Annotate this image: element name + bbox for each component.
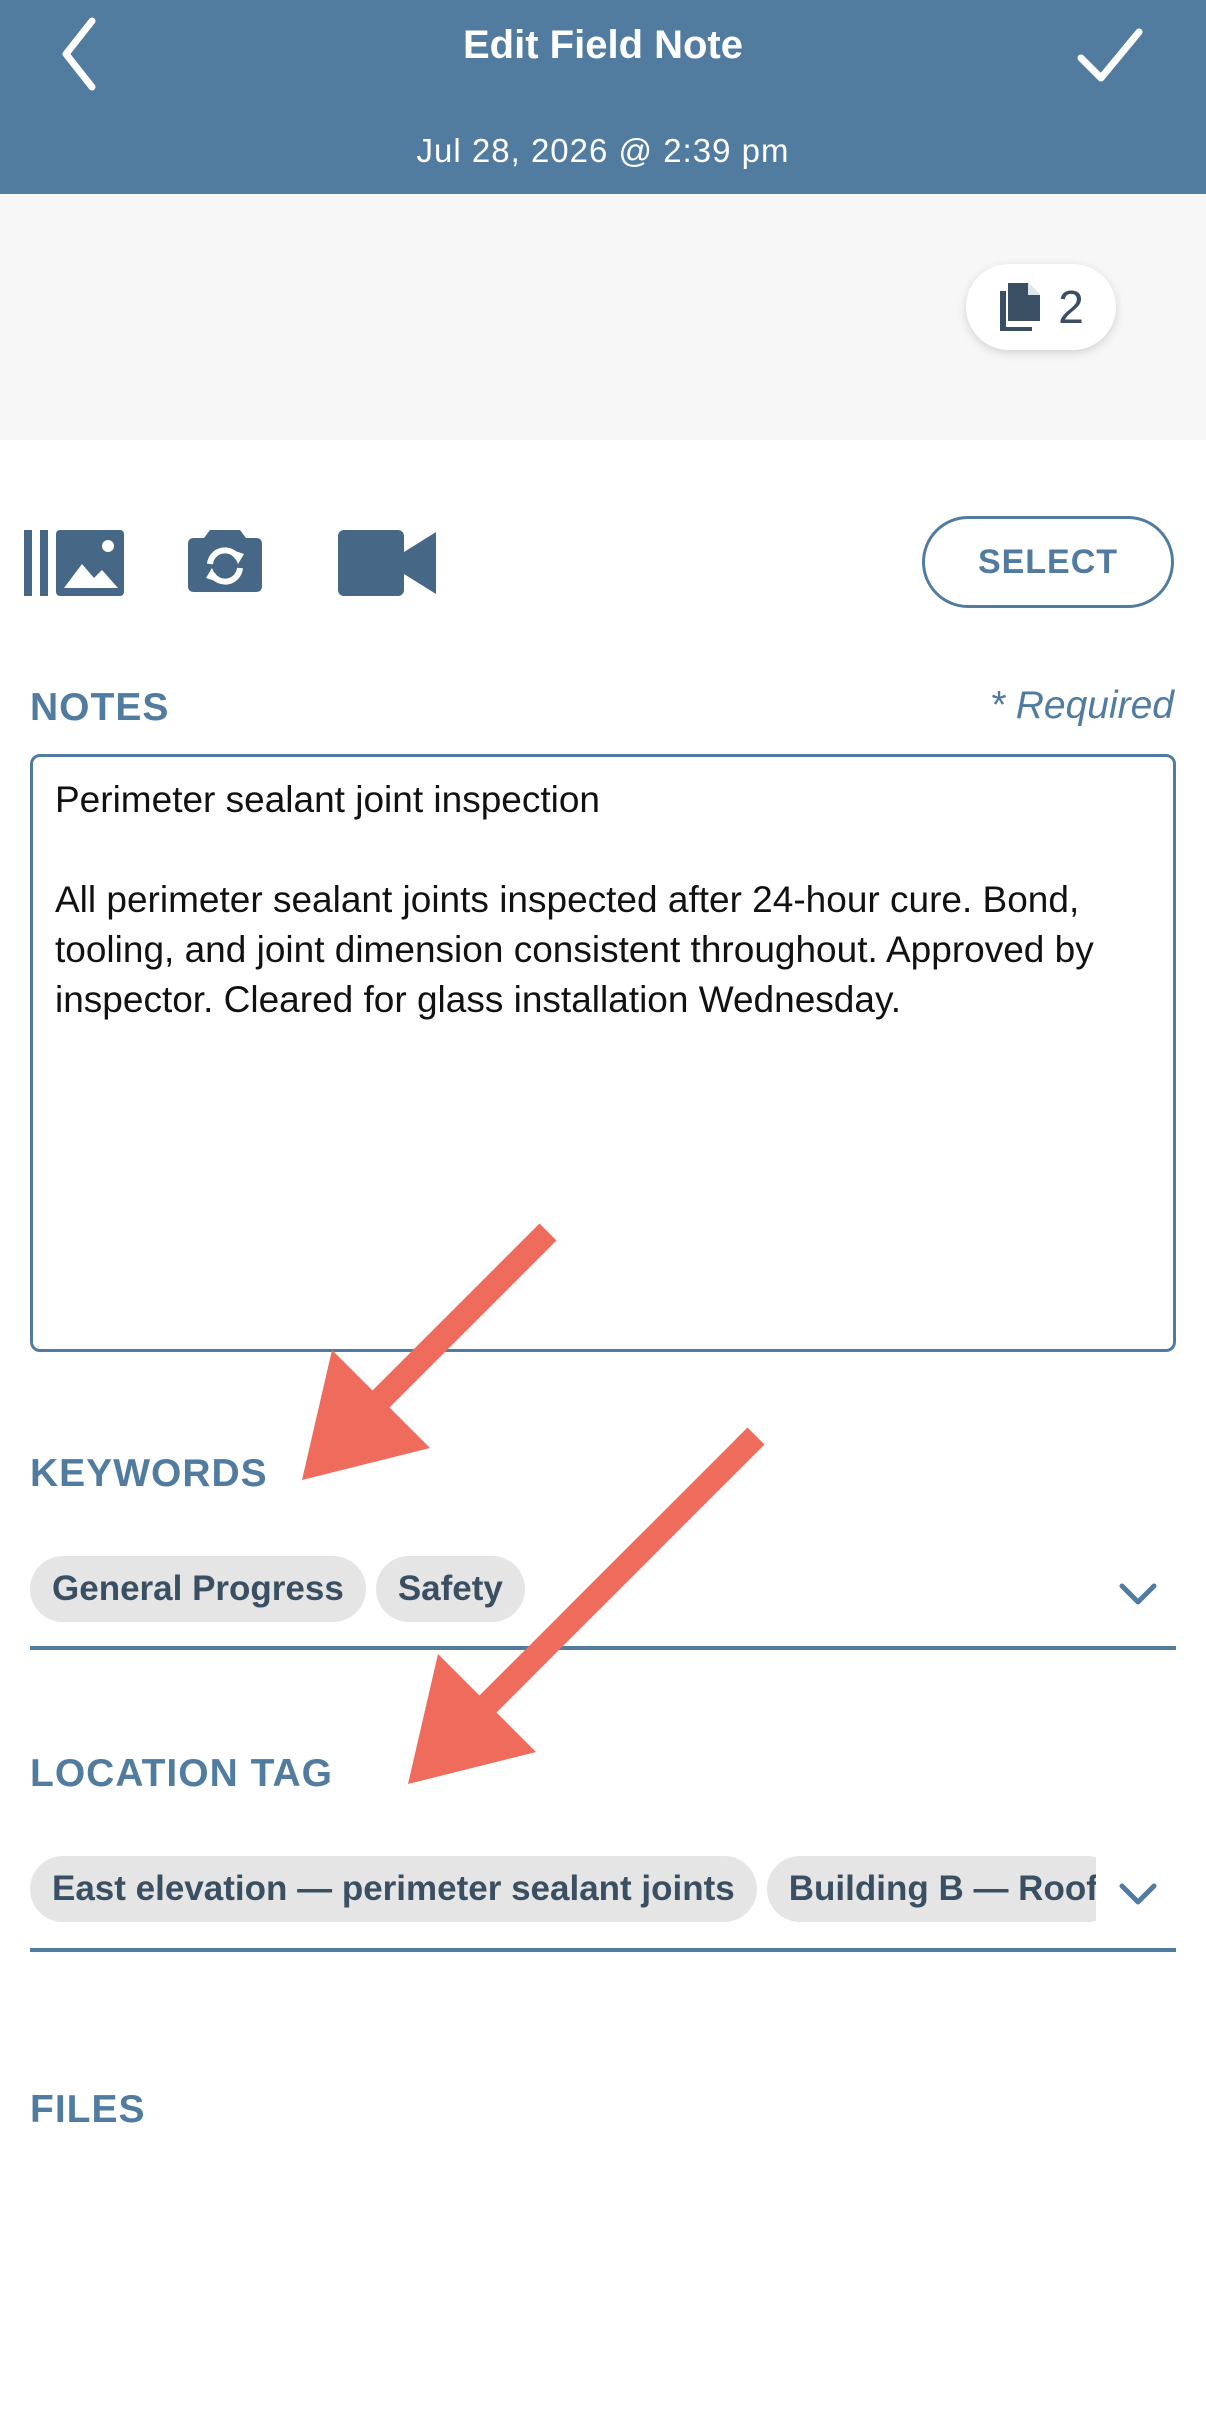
chevron-down-icon[interactable]: [1118, 1580, 1158, 1610]
camera-flip-icon[interactable]: [186, 524, 264, 594]
keyword-chip[interactable]: Safety: [375, 1556, 525, 1622]
note-date: Jul 28, 2026 @ 2:39 pm: [416, 132, 790, 169]
location-chip[interactable]: East elevation — perimeter sealant joint…: [30, 1856, 757, 1922]
photo-library-icon[interactable]: [24, 530, 124, 596]
notes-body-text: All perimeter sealant joints inspected a…: [55, 879, 1094, 1020]
location-tag-label: LOCATION TAG: [30, 1752, 334, 1795]
keywords-underline: [30, 1646, 1176, 1650]
attachment-count: 2: [1058, 281, 1084, 333]
location-chip-row[interactable]: East elevation — perimeter sealant joint…: [30, 1856, 1096, 1922]
location-underline: [30, 1948, 1176, 1952]
notes-title-line: Perimeter sealant joint inspection: [55, 779, 601, 820]
required-indicator: * Required: [989, 684, 1174, 727]
notes-textarea[interactable]: Perimeter sealant joint inspection All p…: [30, 754, 1176, 1352]
chevron-down-icon[interactable]: [1118, 1880, 1158, 1910]
attachment-count-button[interactable]: 2: [966, 264, 1116, 350]
files-label: FILES: [30, 2088, 146, 2131]
select-button[interactable]: SELECT: [922, 516, 1174, 608]
notes-label: NOTES: [30, 686, 170, 729]
keyword-chip[interactable]: General Progress: [30, 1556, 366, 1622]
video-camera-icon[interactable]: [338, 530, 436, 596]
keywords-label: KEYWORDS: [30, 1452, 268, 1495]
checkmark-icon[interactable]: [1075, 20, 1145, 90]
documents-icon: [1000, 283, 1041, 331]
page-title: Edit Field Note: [463, 23, 743, 67]
keywords-chip-row[interactable]: General Progress Safety: [30, 1556, 1096, 1622]
location-chip[interactable]: Building B — Roof: [766, 1856, 1096, 1922]
header-bar: Edit Field Note Jul 28, 2026 @ 2:39 pm: [0, 0, 1206, 194]
